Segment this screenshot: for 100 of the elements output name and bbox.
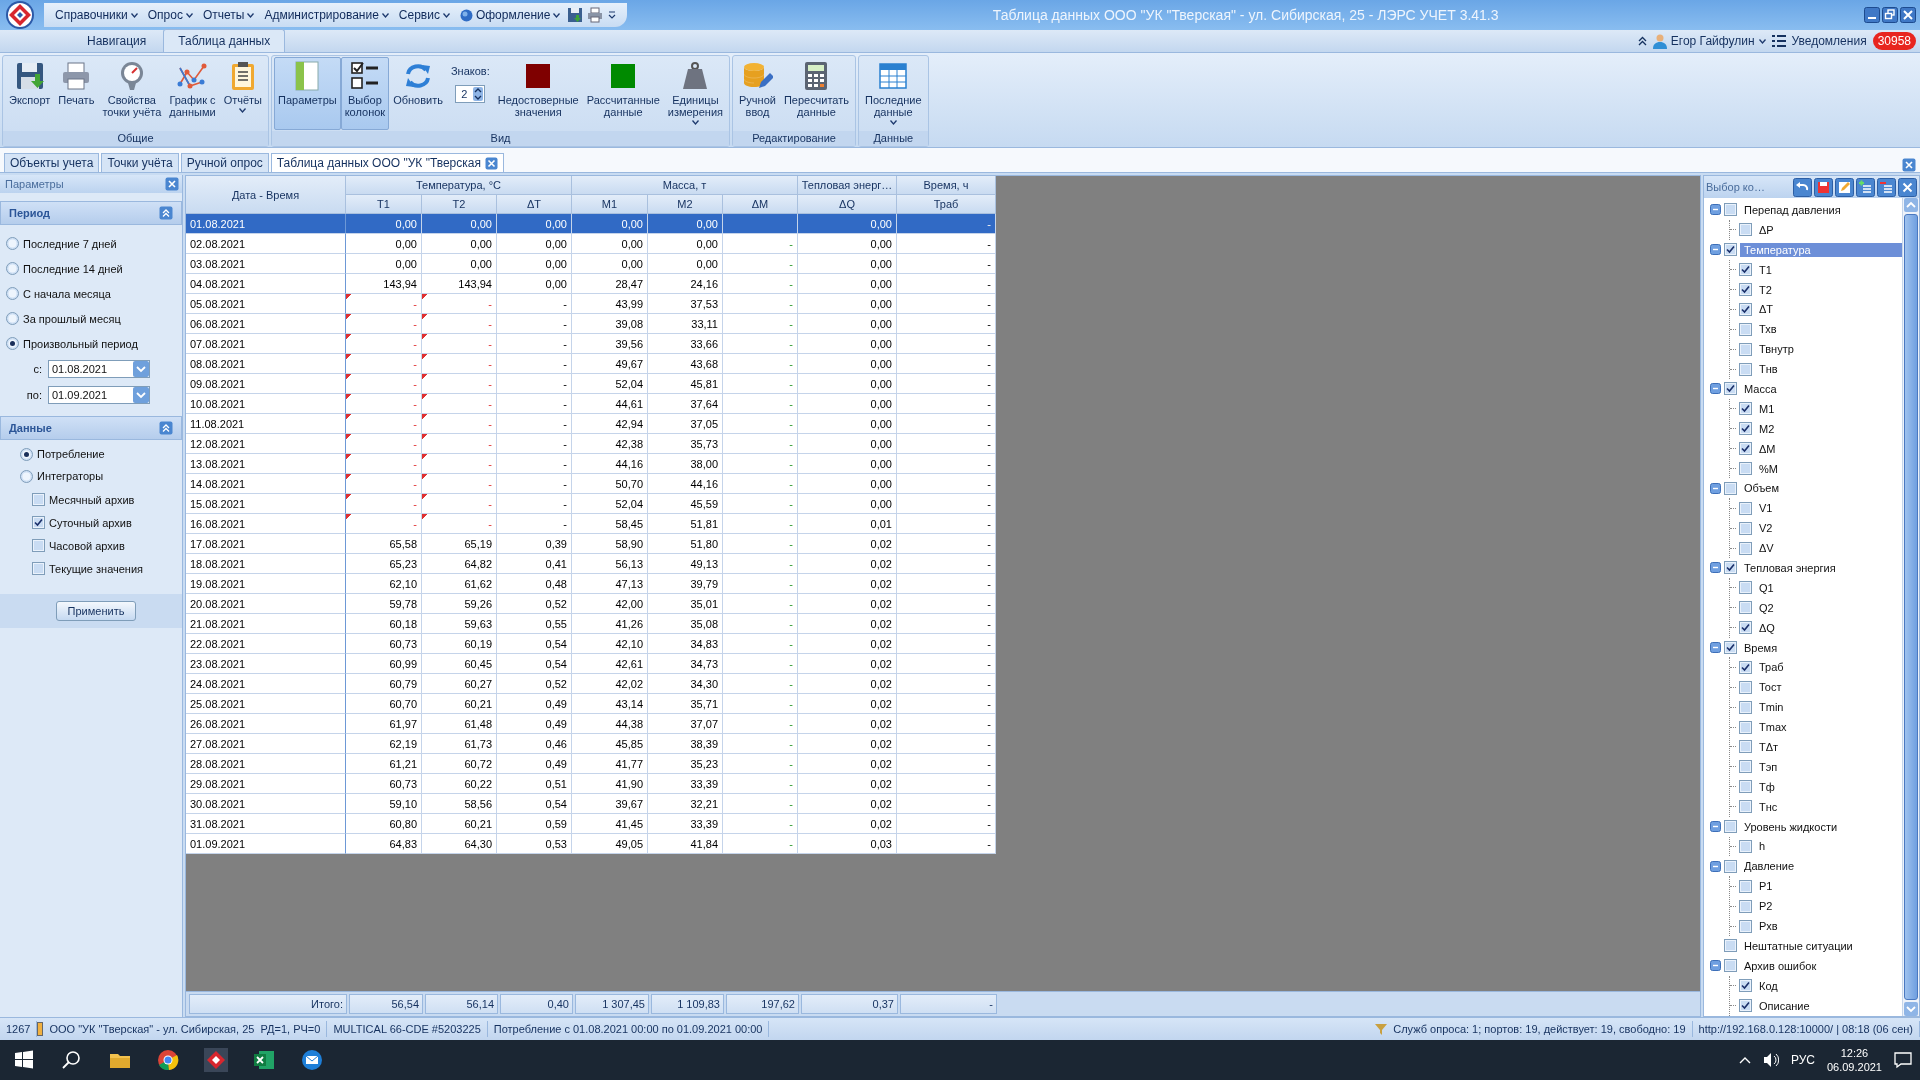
- collapse-icon[interactable]: [1710, 383, 1721, 395]
- checkbox[interactable]: [1724, 939, 1737, 953]
- checkbox[interactable]: [1739, 302, 1752, 316]
- collapse-icon[interactable]: [1710, 204, 1721, 216]
- close-icon[interactable]: [1902, 158, 1916, 172]
- table-row[interactable]: 11.08.2021 - - - 42,94 37,05 - 0,00 -: [186, 414, 996, 434]
- ribbon-button[interactable]: Свойства точки учёта: [98, 57, 166, 130]
- table-row[interactable]: 19.08.2021 62,10 61,62 0,48 47,13 39,79 - 0,02 -: [186, 574, 996, 594]
- minimize-icon[interactable]: [1864, 7, 1880, 23]
- checkbox[interactable]: [1739, 223, 1752, 237]
- checkbox[interactable]: [1739, 720, 1752, 734]
- checkbox[interactable]: [1739, 322, 1752, 336]
- checkbox[interactable]: [1739, 800, 1752, 814]
- document-tab[interactable]: Таблица данных ООО "УК "Тверская: [270, 153, 504, 172]
- checkbox[interactable]: [1739, 740, 1752, 754]
- table-row[interactable]: 23.08.2021 60,99 60,45 0,54 42,61 34,73 - 0,02 -: [186, 654, 996, 674]
- clock-time[interactable]: 12:26: [1840, 1047, 1869, 1059]
- collapse-icon[interactable]: [1710, 960, 1721, 972]
- table-row[interactable]: 31.08.2021 60,80 60,21 0,59 41,45 33,39 - 0,02 -: [186, 814, 996, 834]
- ribbon-button[interactable]: Экспорт: [5, 57, 55, 130]
- checkbox[interactable]: [1724, 959, 1737, 973]
- checkbox[interactable]: [1724, 481, 1737, 495]
- save-icon[interactable]: [567, 7, 584, 23]
- tree-item[interactable]: Тф: [1755, 779, 1779, 794]
- undo-icon[interactable]: [1793, 177, 1812, 197]
- checkbox[interactable]: [1739, 283, 1752, 296]
- customize-icon[interactable]: [607, 10, 618, 20]
- table-row[interactable]: 14.08.2021 - - - 50,70 44,16 - 0,00 -: [186, 474, 996, 494]
- checkbox[interactable]: [1739, 979, 1752, 993]
- checkbox[interactable]: [1739, 839, 1752, 853]
- table-row[interactable]: 30.08.2021 59,10 58,56 0,54 39,67 32,21 - 0,02 -: [186, 794, 996, 814]
- tree-item[interactable]: Тнс: [1755, 799, 1782, 814]
- collapse-icon[interactable]: [1710, 562, 1721, 574]
- table-row[interactable]: 09.08.2021 - - - 52,04 45,81 - 0,00 -: [186, 374, 996, 394]
- radio-button[interactable]: [6, 337, 19, 350]
- ribbon-button[interactable]: Рассчитанные данные: [582, 57, 664, 130]
- tree-item[interactable]: ΔТ: [1755, 302, 1778, 317]
- ribbon-button[interactable]: График с данными: [165, 57, 220, 130]
- radio-button[interactable]: [6, 287, 19, 300]
- checkbox[interactable]: [32, 493, 45, 506]
- menu-item[interactable]: Сервис: [395, 8, 453, 22]
- column-header[interactable]: М1: [572, 195, 648, 214]
- table-row[interactable]: 15.08.2021 - - - 52,04 45,59 - 0,00 -: [186, 494, 996, 514]
- checkbox[interactable]: [32, 562, 45, 575]
- table-row[interactable]: 28.08.2021 61,21 60,72 0,49 41,77 35,23 - 0,02 -: [186, 754, 996, 774]
- tree-item[interactable]: Твнутр: [1755, 342, 1798, 357]
- tree-item[interactable]: М1: [1755, 401, 1779, 416]
- checkbox[interactable]: [1739, 680, 1752, 694]
- checkbox[interactable]: [1739, 621, 1752, 635]
- table-row[interactable]: 20.08.2021 59,78 59,26 0,52 42,00 35,01 - 0,02 -: [186, 594, 996, 614]
- table-row[interactable]: 10.08.2021 - - - 44,61 37,64 - 0,00 -: [186, 394, 996, 414]
- checkbox[interactable]: [1739, 402, 1752, 416]
- checkbox[interactable]: [1724, 561, 1737, 575]
- radio-button[interactable]: [20, 469, 33, 483]
- tree-item[interactable]: ТΔт: [1755, 740, 1783, 754]
- menu-item[interactable]: Оформление: [456, 8, 564, 22]
- checkbox[interactable]: [32, 516, 45, 529]
- checkbox[interactable]: [1739, 760, 1752, 774]
- ribbon-button[interactable]: Печать: [54, 57, 99, 130]
- table-row[interactable]: 01.08.2021 0,00 0,00 0,00 0,00 0,00 0,00 -: [186, 214, 996, 234]
- clock-date[interactable]: 06.09.2021: [1826, 1061, 1882, 1073]
- date-field[interactable]: 01.08.2021: [48, 360, 150, 378]
- radio-button[interactable]: [6, 312, 19, 325]
- collapse-icon[interactable]: [1710, 821, 1721, 833]
- spreadsheet-icon[interactable]: [252, 1048, 276, 1072]
- tree-item[interactable]: Тепловая энергия: [1740, 560, 1840, 575]
- tree-item[interactable]: Архив ошибок: [1740, 958, 1821, 973]
- table-row[interactable]: 16.08.2021 - - - 58,45 51,81 - 0,01 -: [186, 514, 996, 534]
- checkbox[interactable]: [1739, 501, 1752, 515]
- tree-item[interactable]: h: [1755, 839, 1770, 854]
- table-row[interactable]: 06.08.2021 - - - 39,08 33,11 - 0,00 -: [186, 314, 996, 334]
- edit-icon[interactable]: [1835, 177, 1854, 197]
- tree-item[interactable]: Масса: [1740, 381, 1781, 396]
- checkbox[interactable]: [1739, 899, 1752, 913]
- notifications-link[interactable]: Уведомления: [1791, 34, 1867, 48]
- radio-button[interactable]: [6, 237, 19, 250]
- tree-item[interactable]: Код: [1755, 978, 1782, 993]
- print-icon[interactable]: [587, 7, 604, 23]
- checkbox[interactable]: [1739, 999, 1752, 1013]
- tree-item[interactable]: ΔМ: [1755, 441, 1780, 456]
- tree-item[interactable]: Тхв: [1755, 322, 1781, 337]
- menu-item[interactable]: Опрос: [144, 8, 196, 22]
- tree-item[interactable]: Траб: [1755, 660, 1788, 675]
- save-icon[interactable]: [1814, 177, 1833, 197]
- table-row[interactable]: 12.08.2021 - - - 42,38 35,73 - 0,00 -: [186, 434, 996, 454]
- ribbon-button[interactable]: Недостоверные значения: [493, 57, 583, 130]
- table-row[interactable]: 25.08.2021 60,70 60,21 0,49 43,14 35,71 - 0,02 -: [186, 694, 996, 714]
- tree-item[interactable]: М2: [1755, 421, 1779, 436]
- tree-item[interactable]: Тmin: [1755, 700, 1788, 715]
- checkbox[interactable]: [1739, 263, 1752, 277]
- tree-item[interactable]: ΔQ: [1755, 620, 1779, 635]
- tree-item[interactable]: Q2: [1755, 600, 1778, 615]
- tree-item[interactable]: Q1: [1755, 580, 1778, 595]
- checkbox[interactable]: [1724, 641, 1737, 655]
- checkbox[interactable]: [1739, 342, 1752, 356]
- column-header[interactable]: М2: [648, 195, 723, 214]
- checkbox[interactable]: [1739, 660, 1752, 674]
- close-icon[interactable]: [165, 177, 179, 191]
- ribbon-button[interactable]: Обновить: [389, 57, 447, 130]
- tree-item[interactable]: Время: [1740, 640, 1782, 655]
